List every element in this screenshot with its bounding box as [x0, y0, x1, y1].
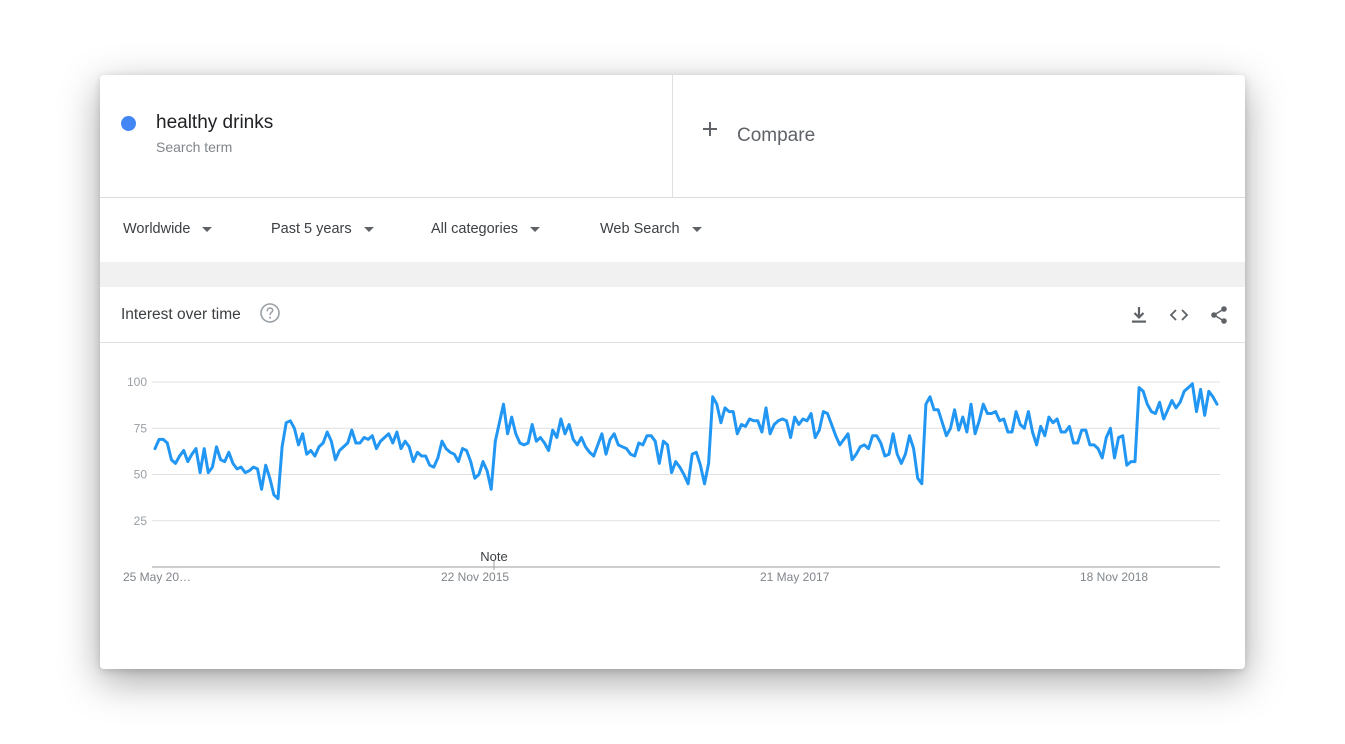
help-icon[interactable] — [259, 302, 281, 324]
period-dropdown-label: Past 5 years — [271, 221, 352, 237]
region-dropdown-label: Worldwide — [123, 221, 191, 237]
chevron-down-icon — [691, 226, 702, 232]
search-property-dropdown[interactable]: Web Search — [600, 221, 702, 237]
y-tick-label: 50 — [134, 468, 148, 482]
filter-bar: Worldwide Past 5 years All categories We… — [100, 198, 1245, 262]
chart-title: Interest over time — [121, 306, 241, 323]
search-property-dropdown-label: Web Search — [600, 221, 680, 237]
category-dropdown[interactable]: All categories — [431, 221, 541, 237]
line-chart: 25 50 75 100 25 May 20… 22 Nov 2015 21 May 201… — [123, 375, 1220, 584]
search-term-item[interactable]: healthy drinks Search term — [100, 75, 673, 197]
chevron-down-icon — [530, 226, 541, 232]
series-line — [153, 382, 1219, 501]
compare-label: Compare — [737, 125, 816, 146]
region-dropdown[interactable]: Worldwide — [123, 221, 213, 237]
series-color-dot — [121, 116, 136, 131]
explore-card: healthy drinks Search term Compare World… — [100, 75, 1245, 669]
period-dropdown[interactable]: Past 5 years — [271, 221, 374, 237]
download-icon[interactable] — [1128, 304, 1150, 326]
plus-icon — [703, 122, 717, 136]
compare-button[interactable]: Compare — [673, 75, 1245, 197]
embed-code-icon[interactable] — [1168, 304, 1190, 326]
chart-header: Interest over time — [100, 287, 1245, 343]
y-tick-label: 75 — [134, 421, 148, 435]
y-tick-label: 100 — [127, 375, 147, 389]
note-label: Note — [480, 549, 507, 564]
x-tick-label: 21 May 2017 — [760, 570, 830, 584]
share-icon[interactable] — [1208, 304, 1230, 326]
section-divider — [100, 262, 1245, 287]
interest-over-time-chart: 25 50 75 100 25 May 20… 22 Nov 2015 21 May 201… — [100, 343, 1245, 669]
search-term-type: Search term — [156, 139, 233, 155]
chevron-down-icon — [363, 226, 374, 232]
x-tick-label: 25 May 20… — [123, 570, 191, 584]
search-terms-bar: healthy drinks Search term Compare — [100, 75, 1245, 198]
x-tick-label: 22 Nov 2015 — [441, 570, 509, 584]
y-tick-label: 25 — [134, 514, 148, 528]
chevron-down-icon — [202, 226, 213, 232]
category-dropdown-label: All categories — [431, 221, 519, 237]
x-tick-label: 18 Nov 2018 — [1080, 570, 1148, 584]
search-term-name[interactable]: healthy drinks — [156, 112, 273, 134]
